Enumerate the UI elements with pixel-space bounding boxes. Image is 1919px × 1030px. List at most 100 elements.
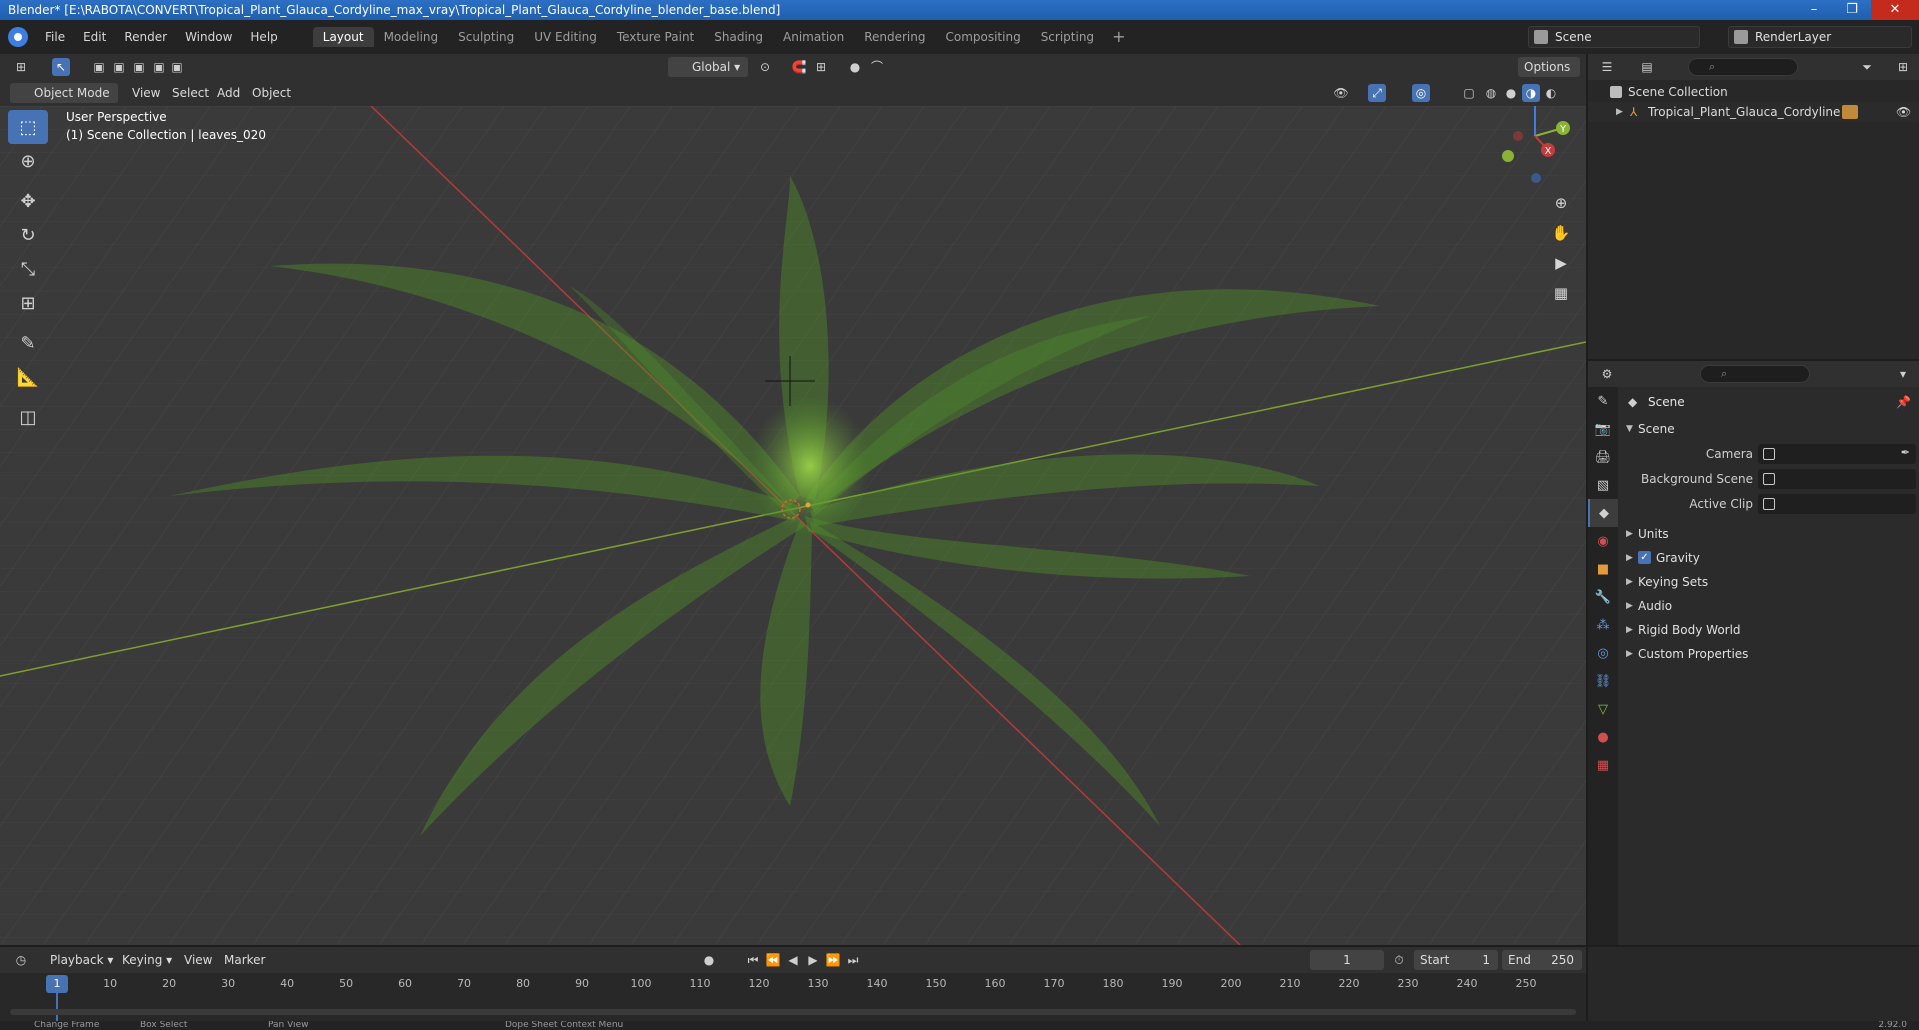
tab-layout[interactable]: Layout	[312, 27, 374, 47]
jump-keyframe-back-icon[interactable]: ⏪	[764, 951, 782, 969]
rotate-tool-icon[interactable]: ↻	[8, 218, 48, 252]
tab-shading[interactable]: Shading	[704, 27, 773, 47]
3d-viewport[interactable]: Z Y X User Perspective (1) Scene Collect…	[0, 106, 1586, 945]
render-tab-icon[interactable]: 📷	[1588, 415, 1618, 443]
transform-tool-icon[interactable]: ⊞	[8, 286, 48, 320]
tool-tab-icon[interactable]: ✎	[1588, 387, 1618, 415]
editor-type-icon[interactable]: ⊞	[12, 58, 30, 76]
snap-icon[interactable]: 🧲	[790, 58, 808, 76]
ortho-grid-icon[interactable]: ▦	[1548, 280, 1574, 306]
background-scene-field[interactable]	[1758, 469, 1916, 489]
scene-selector[interactable]: Scene	[1528, 26, 1700, 48]
pin-icon[interactable]: 📌	[1896, 387, 1911, 417]
constraints-tab-icon[interactable]: ⛓	[1588, 667, 1618, 695]
gizmo-toggle-icon[interactable]: ⤢	[1368, 84, 1386, 102]
data-tab-icon[interactable]: ▽	[1588, 695, 1618, 723]
outliner-scene-collection[interactable]: Scene Collection	[1588, 82, 1919, 102]
expand-arrow-icon[interactable]: ▶	[1626, 546, 1633, 570]
select-invert-icon[interactable]: ▣	[168, 58, 186, 76]
panel-audio[interactable]: ▶ Audio	[1618, 594, 1919, 618]
scale-tool-icon[interactable]: ⤡	[8, 252, 48, 286]
mode-dropdown[interactable]: Object Mode ▾	[10, 83, 118, 120]
select-extend-icon[interactable]: ▣	[110, 58, 128, 76]
panel-custom-properties[interactable]: ▶ Custom Properties	[1618, 642, 1919, 666]
select-subtract-icon[interactable]: ▣	[130, 58, 148, 76]
current-frame-field[interactable]: 1	[1310, 950, 1384, 970]
keying-menu[interactable]: Keying ▾	[116, 950, 176, 970]
expand-arrow-icon[interactable]: ▶	[1626, 594, 1633, 618]
xray-icon[interactable]: ▢	[1460, 84, 1478, 102]
snap-target-icon[interactable]: ⊞	[812, 58, 830, 76]
panel-scene[interactable]: ▼ Scene	[1618, 417, 1919, 441]
options-dropdown[interactable]: Options ▾	[1518, 57, 1580, 94]
jump-end-icon[interactable]: ⏭	[844, 951, 862, 969]
tab-animation[interactable]: Animation	[773, 27, 854, 47]
display-mode-icon[interactable]: ▤	[1638, 58, 1656, 76]
menu-edit[interactable]: Edit	[74, 20, 115, 54]
panel-gravity[interactable]: ▶ ✓ Gravity	[1618, 546, 1919, 570]
jump-start-icon[interactable]: ⏮	[744, 951, 762, 969]
properties-options-icon[interactable]: ▾	[1894, 365, 1912, 383]
tab-sculpting[interactable]: Sculpting	[448, 27, 524, 47]
camera-field[interactable]: ✒	[1758, 444, 1916, 464]
camera-view-icon[interactable]: ▶	[1548, 250, 1574, 276]
expand-arrow-icon[interactable]: ▶	[1626, 618, 1633, 642]
properties-editor-icon[interactable]: ⚙	[1598, 365, 1616, 383]
play-reverse-icon[interactable]: ◀	[784, 951, 802, 969]
output-tab-icon[interactable]: 🖨	[1588, 443, 1618, 471]
tab-modeling[interactable]: Modeling	[374, 27, 449, 47]
wireframe-shading-icon[interactable]: ◍	[1482, 84, 1500, 102]
playback-menu[interactable]: Playback ▾	[44, 950, 114, 970]
expand-arrow-icon[interactable]: ▶	[1626, 570, 1633, 594]
collapse-arrow-icon[interactable]: ▼	[1626, 417, 1633, 441]
select-intersect-icon[interactable]: ▣	[150, 58, 168, 76]
blender-logo-icon[interactable]	[8, 27, 28, 47]
view-layer-tab-icon[interactable]: ▧	[1588, 471, 1618, 499]
marker-menu[interactable]: Marker	[224, 950, 265, 970]
close-button[interactable]: ✕	[1871, 0, 1919, 20]
visibility-icon[interactable]: 👁	[1332, 84, 1350, 102]
menu-view[interactable]: View	[132, 83, 160, 103]
transform-orientation-dropdown[interactable]: Global ▾	[668, 57, 748, 77]
measure-tool-icon[interactable]: 📐	[8, 360, 48, 394]
tab-compositing[interactable]: Compositing	[935, 27, 1030, 47]
material-shading-icon[interactable]: ◑	[1522, 84, 1540, 102]
timeline-area[interactable]: 10 20 30 40 50 60 70 80 90 100 110 120 130 140 150 160 1…	[0, 973, 1586, 1021]
select-box-icon[interactable]: ▣	[90, 58, 108, 76]
annotate-tool-icon[interactable]: ✎	[8, 326, 48, 360]
falloff-icon[interactable]: ⌒	[868, 58, 886, 76]
active-clip-field[interactable]	[1758, 494, 1916, 514]
expand-arrow-icon[interactable]: ▶	[1626, 642, 1633, 666]
render-layer-selector[interactable]: RenderLayer	[1728, 26, 1912, 48]
scene-tab-icon[interactable]: ◆	[1588, 499, 1618, 527]
add-workspace-button[interactable]: +	[1104, 27, 1133, 47]
expand-arrow-icon[interactable]: ▶	[1616, 102, 1623, 122]
world-tab-icon[interactable]: ◉	[1588, 527, 1618, 555]
menu-object[interactable]: Object	[252, 83, 291, 103]
timeline-scrollbar[interactable]	[10, 1009, 1576, 1015]
panel-units[interactable]: ▶ Units	[1618, 522, 1919, 546]
minimize-button[interactable]: –	[1795, 0, 1833, 20]
menu-help[interactable]: Help	[241, 20, 286, 54]
modifier-tab-icon[interactable]: 🔧	[1588, 583, 1618, 611]
panel-keying-sets[interactable]: ▶ Keying Sets	[1618, 570, 1919, 594]
material-tab-icon[interactable]: ●	[1588, 723, 1618, 751]
stopwatch-icon[interactable]: ⏱	[1390, 951, 1408, 969]
menu-add[interactable]: Add	[217, 83, 240, 103]
menu-window[interactable]: Window	[176, 20, 241, 54]
tab-texture-paint[interactable]: Texture Paint	[607, 27, 704, 47]
texture-tab-icon[interactable]: ▦	[1588, 751, 1618, 779]
pan-hand-icon[interactable]: ✋	[1548, 220, 1574, 246]
timeline-view-menu[interactable]: View	[184, 950, 212, 970]
end-frame-field[interactable]: End 250	[1502, 950, 1582, 970]
overlay-toggle-icon[interactable]: ◎	[1412, 84, 1430, 102]
outliner-editor-icon[interactable]: ☰	[1598, 58, 1616, 76]
eye-visibility-icon[interactable]: 👁	[1896, 102, 1911, 122]
proportional-edit-icon[interactable]: ●	[846, 58, 864, 76]
filter-icon[interactable]: ⏷	[1858, 58, 1876, 76]
select-mode-icon[interactable]: ↖	[52, 58, 70, 76]
rendered-shading-icon[interactable]: ◐	[1542, 84, 1560, 102]
menu-select[interactable]: Select	[172, 83, 209, 103]
jump-keyframe-forward-icon[interactable]: ⏩	[824, 951, 842, 969]
cursor-tool-icon[interactable]: ⊕	[8, 144, 48, 178]
